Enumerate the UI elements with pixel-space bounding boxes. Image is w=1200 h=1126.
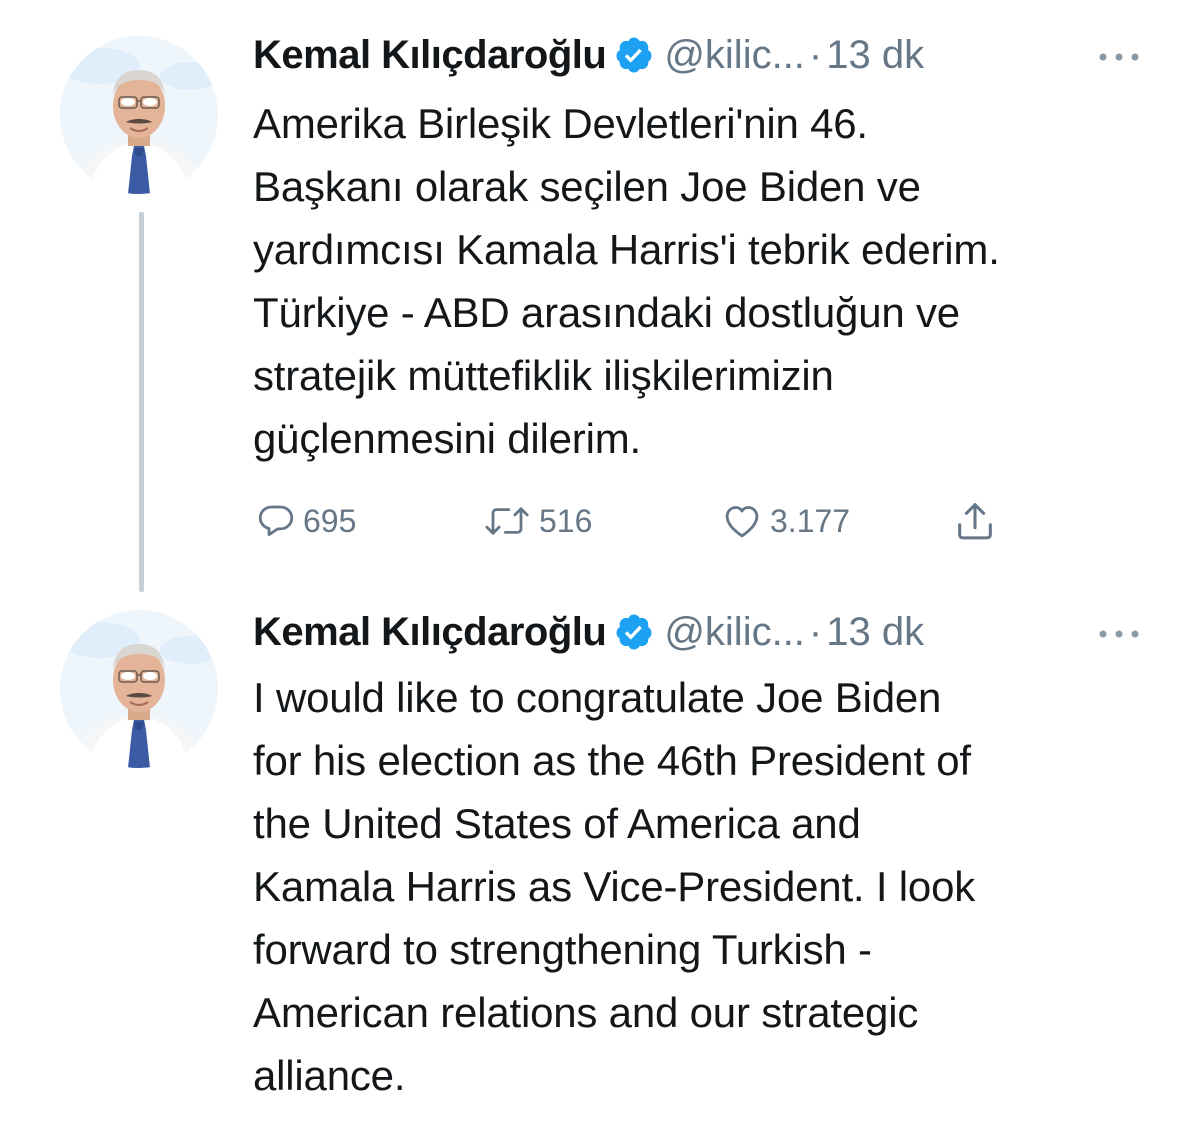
reply-button[interactable]: 695 — [255, 496, 356, 546]
tweet-text-line: güçlenmesini dilerim. — [253, 415, 641, 462]
tweet-text-line: Kamala Harris as Vice-President. I look — [253, 863, 976, 910]
tweet-1[interactable]: Kemal Kılıçdaroğlu @kilic... · 13 dk Ame… — [0, 0, 1200, 592]
reply-bubble-icon — [258, 505, 294, 537]
tweet-text: I would like to congratulate Joe Biden f… — [253, 666, 1173, 1107]
verified-badge-icon — [614, 612, 654, 652]
more-dots-icon[interactable] — [1097, 627, 1141, 639]
tweet-text-line: alliance. — [253, 1052, 406, 1099]
heart-icon — [725, 506, 759, 538]
author-name[interactable]: Kemal Kılıçdaroğlu — [253, 607, 607, 657]
separator-dot: · — [808, 33, 823, 77]
tweet-header: Kemal Kılıçdaroğlu @kilic... · 13 dk — [253, 30, 924, 80]
tweet-text-line: Amerika Birleşik Devletleri'nin 46. — [253, 100, 868, 147]
share-upload-icon — [958, 503, 992, 540]
verified-badge-icon — [614, 35, 654, 75]
profile-photo — [60, 36, 218, 194]
tweet-text-line: stratejik müttefiklik ilişkilerimizin — [253, 352, 834, 399]
author-handle[interactable]: @kilic... — [664, 30, 805, 80]
timestamp[interactable]: 13 dk — [826, 607, 924, 657]
tweet-text-line: for his election as the 46th President o… — [253, 737, 971, 784]
tweet-text: Amerika Birleşik Devletleri'nin 46. Başk… — [253, 92, 1173, 470]
retweet-arrows-icon — [485, 507, 529, 535]
tweet-actions: 695 516 3.177 — [255, 496, 1015, 546]
author-handle[interactable]: @kilic... — [664, 607, 805, 657]
tweet-text-line: Türkiye - ABD arasındaki dostluğun ve — [253, 289, 960, 336]
tweet-text-line: I would like to congratulate Joe Biden — [253, 674, 942, 721]
tweet-2[interactable]: Kemal Kılıçdaroğlu @kilic... · 13 dk I w… — [0, 590, 1200, 1126]
tweet-text-line: forward to strengthening Turkish - — [253, 926, 872, 973]
reply-count: 695 — [303, 502, 357, 539]
retweet-count: 516 — [539, 502, 593, 539]
tweet-text-line: the United States of America and — [253, 800, 861, 847]
timestamp[interactable]: 13 dk — [826, 30, 924, 80]
tweet-text-line: American relations and our strategic — [253, 989, 919, 1036]
like-count: 3.177 — [770, 502, 851, 539]
retweet-button[interactable]: 516 — [481, 496, 592, 546]
thread-connector-line — [139, 212, 144, 592]
tweet-header: Kemal Kılıçdaroğlu @kilic... · 13 dk — [253, 607, 924, 657]
profile-photo — [60, 610, 218, 768]
tweet-text-line: yardımcısı Kamala Harris'i tebrik ederim… — [253, 226, 1000, 273]
share-button[interactable] — [952, 496, 1004, 546]
avatar[interactable] — [60, 610, 218, 768]
separator-dot: · — [808, 610, 823, 654]
like-button[interactable]: 3.177 — [720, 496, 850, 546]
avatar[interactable] — [60, 36, 218, 194]
author-name[interactable]: Kemal Kılıçdaroğlu — [253, 30, 607, 80]
tweet-text-line: Başkanı olarak seçilen Joe Biden ve — [253, 163, 921, 210]
more-dots-icon[interactable] — [1097, 50, 1141, 62]
